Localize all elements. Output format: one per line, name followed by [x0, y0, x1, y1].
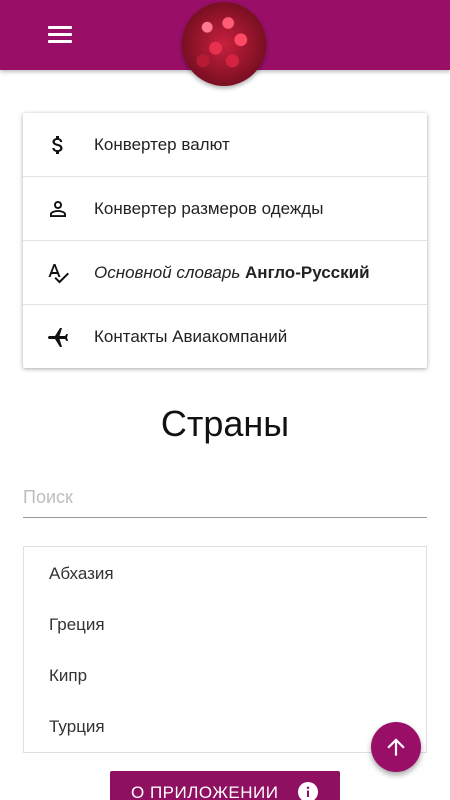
menu-item-label: Конвертер валют — [94, 134, 230, 154]
dictionary-label-bold: Англо-Русский — [245, 262, 370, 282]
search-input[interactable] — [23, 480, 427, 514]
menu-item-dictionary[interactable]: Основной словарь Англо-Русский — [23, 241, 427, 305]
list-item-country[interactable]: Абхазия — [49, 564, 114, 584]
countries-title: Страны — [160, 403, 290, 444]
arrow-up-icon — [383, 734, 409, 760]
menu-item-label: Основной словарь Англо-Русский — [94, 263, 370, 283]
list-item-country[interactable]: Турция — [49, 717, 105, 737]
dollar-icon — [46, 133, 70, 157]
raspberry-avatar — [182, 2, 266, 86]
person-icon — [46, 197, 70, 221]
menu-item-label: Контакты Авиакомпаний — [94, 326, 288, 346]
menu-item-size-converter[interactable]: Конвертер размеров одежды — [23, 177, 427, 241]
list-item-country[interactable]: Греция — [49, 615, 105, 635]
search-field — [23, 474, 427, 518]
info-icon — [298, 782, 318, 800]
airplane-icon — [46, 325, 70, 349]
country-list: Абхазия Греция Кипр Турция — [23, 546, 427, 753]
menu-item-airline-contacts[interactable]: Контакты Авиакомпаний — [23, 305, 427, 368]
menu-item-currency-converter[interactable]: Конвертер валют — [23, 113, 427, 177]
tools-menu-card: Конвертер валют Конвертер размеров одежд… — [23, 113, 427, 368]
about-button-label: О ПРИЛОЖЕНИИ — [131, 783, 279, 800]
about-app-button[interactable]: О ПРИЛОЖЕНИИ — [110, 771, 340, 800]
spellcheck-icon — [46, 261, 70, 285]
menu-item-label: Конвертер размеров одежды — [94, 198, 324, 218]
scroll-to-top-button[interactable] — [371, 722, 421, 772]
hamburger-menu-icon[interactable] — [44, 22, 76, 48]
dictionary-label-italic: Основной словарь — [94, 262, 241, 282]
list-item-country[interactable]: Кипр — [49, 666, 87, 686]
